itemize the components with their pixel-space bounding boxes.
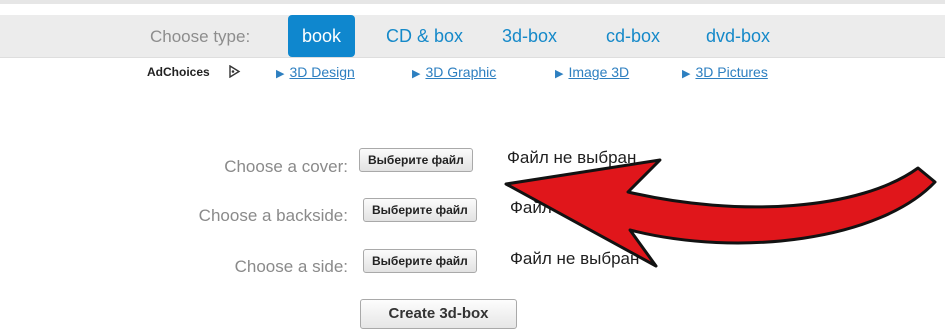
type-tab-cd-box-combo[interactable]: CD & box: [372, 15, 477, 57]
ad-link-label: 3D Pictures: [695, 64, 768, 80]
play-icon: ▶: [555, 68, 564, 80]
type-tab-cd-box[interactable]: cd-box: [592, 15, 674, 57]
ad-link-image-3d[interactable]: ▶ Image 3D: [555, 64, 629, 80]
side-label: Choose a side:: [234, 257, 348, 276]
ad-link-3d-pictures[interactable]: ▶ 3D Pictures: [682, 64, 768, 80]
cover-file-status: Файл не выбран: [507, 148, 637, 167]
side-file-button[interactable]: Выберите файл: [363, 249, 477, 273]
adchoices-label[interactable]: AdChoices: [147, 65, 210, 79]
ad-row: AdChoices ▶ 3D Design ▶ 3D Graphic ▶ Image …: [0, 62, 945, 84]
choose-type-label: Choose type:: [150, 27, 251, 46]
ad-link-label: 3D Graphic: [425, 64, 497, 80]
top-border: [0, 0, 945, 4]
adchoices-icon[interactable]: [228, 65, 241, 78]
play-icon: ▶: [682, 68, 691, 80]
ad-link-label: 3D Design: [289, 64, 355, 80]
play-icon: ▶: [276, 68, 285, 80]
type-tab-book[interactable]: book: [288, 15, 356, 57]
backside-label: Choose a backside:: [198, 206, 348, 225]
type-selector-bar: Choose type: book CD & box 3d-box cd-box…: [0, 15, 945, 58]
cover-file-button[interactable]: Выберите файл: [359, 148, 473, 172]
backside-file-button[interactable]: Выберите файл: [363, 198, 477, 222]
cover-label: Choose a cover:: [224, 157, 348, 176]
type-tab-dvd-box[interactable]: dvd-box: [692, 15, 784, 57]
ad-link-label: Image 3D: [568, 64, 630, 80]
side-file-status: Файл не выбран: [510, 249, 640, 268]
play-icon: ▶: [412, 68, 421, 80]
type-tab-3d-box[interactable]: 3d-box: [488, 15, 571, 57]
ad-link-3d-design[interactable]: ▶ 3D Design: [276, 64, 355, 80]
ad-link-3d-graphic[interactable]: ▶ 3D Graphic: [412, 64, 496, 80]
backside-file-status: Файл не выбран: [510, 198, 640, 217]
